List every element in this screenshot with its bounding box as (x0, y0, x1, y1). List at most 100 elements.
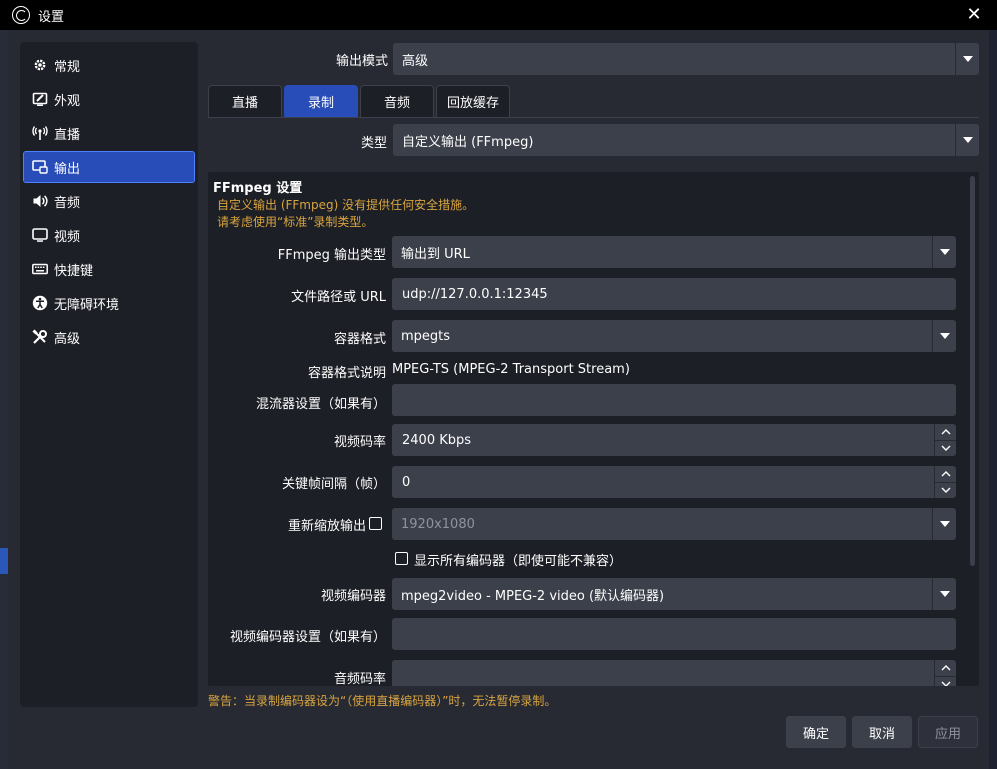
recording-type-value: 自定义输出 (FFmpeg) (402, 134, 534, 150)
sidebar-item-label: 快捷键 (54, 263, 94, 279)
output-mode-value: 高级 (402, 53, 429, 69)
chevron-down-icon (932, 578, 956, 610)
sidebar-item-label: 高级 (54, 331, 81, 347)
ffmpeg-output-type-value: 输出到 URL (401, 246, 470, 262)
video-encoder-select[interactable]: mpeg2video - MPEG-2 video (默认编码器) (392, 578, 956, 610)
sidebar-item-label: 直播 (54, 127, 81, 143)
ffmpeg-output-type-select[interactable]: 输出到 URL (392, 236, 956, 268)
keyboard-icon (32, 261, 48, 277)
container-desc-value: MPEG-TS (MPEG-2 Transport Stream) (392, 362, 630, 377)
tab-audio[interactable]: 音频 (360, 85, 434, 117)
cancel-button[interactable]: 取消 (852, 716, 912, 748)
close-icon[interactable]: ✕ (963, 4, 985, 26)
keyframe-interval-label: 关键帧间隔（帧） (281, 477, 386, 492)
sidebar-item-video[interactable]: 视频 (24, 220, 194, 250)
recording-type-select[interactable]: 自定义输出 (FFmpeg) (393, 124, 979, 156)
spin-buttons (934, 466, 956, 498)
sidebar-item-label: 视频 (54, 229, 81, 245)
window-title: 设置 (38, 9, 65, 25)
background-window-highlight (0, 548, 8, 574)
recording-panel: 类型 自定义输出 (FFmpeg) FFmpeg 设置 自定义输出 (FFmpe… (208, 117, 979, 686)
output-settings-main: 输出模式 高级 直播 录制 音频 回放缓存 类型 自定义输出 (FFmpeg) … (208, 42, 979, 712)
keyframe-interval-spinbox[interactable]: 0 (392, 466, 956, 498)
sidebar-item-advanced[interactable]: 高级 (24, 322, 194, 352)
chevron-up-icon[interactable] (934, 660, 956, 677)
video-bitrate-label: 视频码率 (333, 435, 386, 450)
scrollbar-thumb[interactable] (970, 176, 975, 566)
audio-bitrate-label: 音频码率 (333, 672, 386, 686)
rescale-output-checkbox[interactable] (369, 517, 382, 530)
rescale-resolution-value: 1920x1080 (401, 516, 475, 532)
ok-button[interactable]: 确定 (786, 716, 846, 748)
accessibility-icon (32, 295, 48, 311)
file-path-input[interactable]: udp://127.0.0.1:12345 (392, 278, 956, 310)
sidebar-item-label: 无障碍环境 (54, 297, 120, 313)
settings-sidebar: 常规 外观 直播 输出 音频 视频 快捷键 无障碍环境 高级 (20, 42, 198, 707)
video-bitrate-value: 2400 Kbps (402, 432, 472, 448)
sidebar-item-audio[interactable]: 音频 (24, 186, 194, 216)
muxer-settings-input[interactable] (392, 384, 956, 416)
sidebar-item-hotkeys[interactable]: 快捷键 (24, 254, 194, 284)
container-desc-label: 容器格式说明 (307, 366, 386, 381)
video-bitrate-spinbox[interactable]: 2400 Kbps (392, 424, 956, 456)
gear-icon (32, 57, 48, 73)
chevron-down-icon[interactable] (934, 676, 956, 686)
show-all-encoders-label[interactable]: 显示所有编码器（即使可能不兼容） (414, 550, 622, 569)
settings-dialog: 常规 外观 直播 输出 音频 视频 快捷键 无障碍环境 高级 输出模式 高级 直… (8, 30, 989, 769)
chevron-up-icon[interactable] (934, 424, 956, 441)
ffmpeg-warning-line2: 请考虑使用“标准”录制类型。 (217, 215, 374, 229)
sidebar-item-appearance[interactable]: 外观 (24, 84, 194, 114)
video-encoder-label: 视频编码器 (320, 589, 386, 604)
output-mode-label: 输出模式 (335, 54, 388, 69)
sidebar-item-label: 常规 (54, 59, 81, 75)
rescale-resolution-select[interactable]: 1920x1080 (392, 508, 956, 540)
container-format-select[interactable]: mpegts (392, 320, 956, 352)
broadcast-icon (32, 125, 48, 141)
show-all-encoders-checkbox[interactable] (395, 552, 408, 565)
file-path-label: 文件路径或 URL (291, 290, 386, 305)
chevron-down-icon[interactable] (934, 482, 956, 498)
chevron-down-icon (955, 43, 979, 75)
container-format-label: 容器格式 (333, 332, 386, 347)
sidebar-item-accessibility[interactable]: 无障碍环境 (24, 288, 194, 318)
chevron-up-icon[interactable] (934, 466, 956, 483)
container-format-value: mpegts (401, 328, 451, 344)
speaker-icon (32, 193, 48, 209)
ffmpeg-settings-group: FFmpeg 设置 自定义输出 (FFmpeg) 没有提供任何安全措施。 请考虑… (208, 172, 979, 686)
tab-replay-buffer[interactable]: 回放缓存 (436, 85, 510, 117)
appearance-icon (32, 91, 48, 107)
chevron-down-icon (932, 320, 956, 352)
tab-streaming[interactable]: 直播 (208, 85, 282, 117)
chevron-down-icon (932, 508, 956, 540)
apply-button[interactable]: 应用 (918, 716, 978, 748)
video-encoder-settings-input[interactable] (392, 618, 956, 650)
file-path-value: udp://127.0.0.1:12345 (402, 286, 548, 302)
muxer-settings-label: 混流器设置（如果有） (255, 397, 386, 412)
sidebar-item-stream[interactable]: 直播 (24, 118, 194, 148)
sidebar-item-general[interactable]: 常规 (24, 50, 194, 80)
spin-buttons (934, 660, 956, 686)
chevron-down-icon[interactable] (934, 440, 956, 456)
pause-warning: 警告：当录制编码器设为“（使用直播编码器）”时，无法暂停录制。 (208, 694, 557, 708)
video-encoder-value: mpeg2video - MPEG-2 video (默认编码器) (401, 588, 665, 604)
background-window-edge (0, 30, 8, 769)
output-mode-select[interactable]: 高级 (393, 43, 979, 75)
output-tabs: 直播 录制 音频 回放缓存 (208, 85, 512, 117)
rescale-output-label: 重新缩放输出 (287, 519, 366, 534)
audio-bitrate-spinbox[interactable] (392, 660, 956, 686)
chevron-down-icon (955, 124, 979, 156)
monitor-icon (32, 227, 48, 243)
sidebar-item-output[interactable]: 输出 (23, 151, 195, 183)
title-bar: 设置 ✕ (0, 0, 997, 30)
sidebar-item-label: 输出 (54, 161, 81, 177)
sidebar-item-label: 外观 (54, 93, 81, 109)
tab-recording[interactable]: 录制 (284, 85, 358, 117)
ffmpeg-warning-line1: 自定义输出 (FFmpeg) 没有提供任何安全措施。 (217, 198, 475, 212)
ffmpeg-group-title: FFmpeg 设置 (213, 181, 303, 196)
type-label: 类型 (360, 136, 387, 151)
keyframe-interval-value: 0 (402, 474, 411, 490)
video-encoder-settings-label: 视频编码器设置（如果有） (229, 630, 386, 645)
sidebar-item-label: 音频 (54, 195, 81, 211)
ffmpeg-group-scrollbar[interactable] (969, 172, 977, 686)
obs-logo-icon (12, 6, 30, 24)
